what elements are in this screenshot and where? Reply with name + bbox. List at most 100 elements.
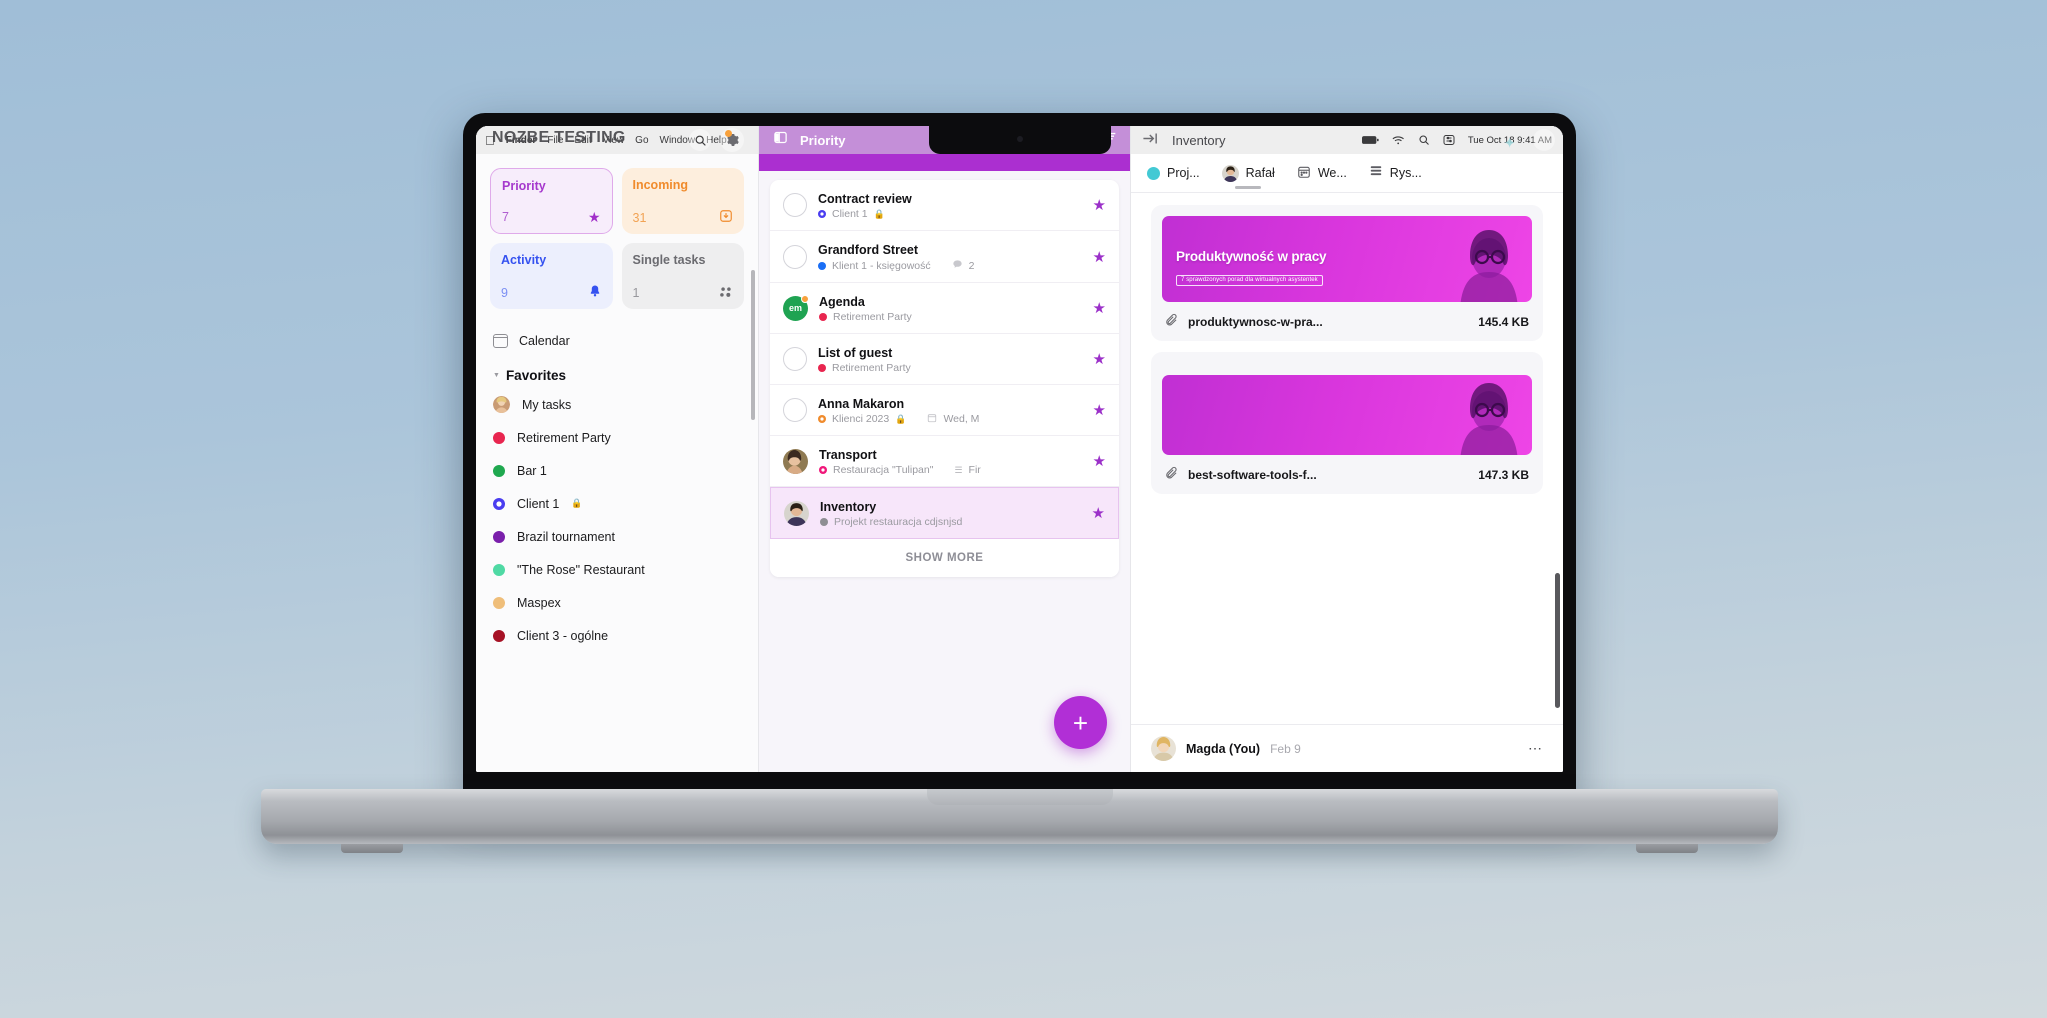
attachment-thumbnail xyxy=(1162,375,1532,455)
thumbnail-person-image xyxy=(1460,383,1518,455)
task-checkbox[interactable] xyxy=(783,193,807,217)
wifi-icon[interactable] xyxy=(1392,135,1405,146)
macos-menubar:  Finder File Edit View Go Window Help N… xyxy=(476,126,758,154)
task-project-name: Retirement Party xyxy=(833,311,912,323)
task-checkbox[interactable] xyxy=(783,244,807,269)
macbook-device:  Finder File Edit View Go Window Help N… xyxy=(261,113,1778,853)
project-color-dot xyxy=(493,530,505,543)
stat-card-single-tasks[interactable]: Single tasks 1 xyxy=(621,243,744,309)
battery-icon[interactable] xyxy=(1361,135,1379,145)
star-icon[interactable]: ★ xyxy=(1093,299,1106,317)
tab-project[interactable]: Proj... xyxy=(1147,154,1200,192)
star-icon[interactable]: ★ xyxy=(1092,504,1105,522)
sidebar-item-bar-1-label: Bar 1 xyxy=(517,463,547,478)
star-watermark-icon: ✦ xyxy=(1503,135,1516,152)
search-icon[interactable] xyxy=(689,129,711,151)
sidebar-item-calendar[interactable]: Calendar xyxy=(490,325,744,356)
sidebar-item-maspex[interactable]: Maspex xyxy=(490,586,744,619)
sidebar-item-client-1[interactable]: Client 1 🔒 xyxy=(490,487,744,520)
star-icon[interactable]: ★ xyxy=(1093,452,1106,470)
sidebar-item-brazil-tournament[interactable]: Brazil tournament xyxy=(490,520,744,553)
inbox-icon xyxy=(719,209,733,225)
stat-card-incoming[interactable]: Incoming 31 xyxy=(621,168,744,234)
table-row[interactable]: Grandford Street Klient 1 - księgowość 2… xyxy=(770,231,1119,283)
detail-body: Produktywność w pracy 7 sprawdzonych por… xyxy=(1131,193,1563,724)
favorites-section-header[interactable]: ▼ Favorites xyxy=(490,368,744,383)
star-icon[interactable]: ★ xyxy=(1093,350,1106,368)
panel-toggle-icon[interactable] xyxy=(773,130,788,150)
menubar-item-go[interactable]: Go xyxy=(635,135,648,146)
avatar-photo xyxy=(783,448,808,474)
stat-card-activity[interactable]: Activity 9 xyxy=(490,243,613,309)
tab-list[interactable]: Rys... xyxy=(1369,154,1422,192)
tab-list-label: Rys... xyxy=(1389,166,1422,180)
star-icon: ★ xyxy=(587,209,601,225)
search-icon[interactable] xyxy=(1418,134,1430,146)
avatar xyxy=(1221,164,1239,182)
detail-scrollbar[interactable] xyxy=(1555,573,1560,708)
attachment-file-row[interactable]: produktywnosc-w-pra... 145.4 KB xyxy=(1162,313,1532,330)
dots-icon xyxy=(719,286,733,300)
table-row[interactable]: Anna Makaron Klienci 2023 🔒 Wed, M ★ xyxy=(770,385,1119,436)
task-checkbox[interactable] xyxy=(783,398,807,422)
star-icon[interactable]: ★ xyxy=(1093,248,1106,266)
task-project-name: Client 1 xyxy=(832,208,868,220)
star-icon[interactable]: ★ xyxy=(1093,196,1106,214)
more-horizontal-icon[interactable]: ⋯ xyxy=(1528,740,1543,757)
table-row[interactable]: List of guest Retirement Party ★ xyxy=(770,334,1119,385)
sidebar-item-client-1-label: Client 1 xyxy=(517,496,560,511)
lock-icon: 🔒 xyxy=(873,208,885,219)
project-color-dot xyxy=(818,210,826,218)
project-color-dot xyxy=(819,313,827,321)
project-color-dot xyxy=(820,518,828,526)
attachment-card[interactable]: best-software-tools-f... 147.3 KB xyxy=(1151,352,1543,494)
attachment-thumbnail: Produktywność w pracy 7 sprawdzonych por… xyxy=(1162,216,1532,302)
task-project-name: Retirement Party xyxy=(832,362,911,374)
base-lip xyxy=(926,789,1113,805)
task-card-container: Contract review Client 1 🔒 ★ Grandford S… xyxy=(770,180,1119,577)
nozbe-app:  Finder File Edit View Go Window Help N… xyxy=(476,126,1563,772)
attachment-card[interactable]: Produktywność w pracy 7 sprawdzonych por… xyxy=(1151,205,1543,341)
control-center-icon[interactable] xyxy=(1443,134,1455,146)
sidebar-item-calendar-label: Calendar xyxy=(519,333,570,348)
project-color-dot xyxy=(493,596,505,609)
task-checkbox[interactable] xyxy=(783,347,807,371)
task-title: Grandford Street xyxy=(818,243,919,257)
comment-date: Feb 9 xyxy=(1270,741,1301,756)
tab-rafal[interactable]: Rafał xyxy=(1221,154,1275,192)
stat-card-priority[interactable]: Priority 7 ★ xyxy=(490,168,613,234)
table-row[interactable]: Contract review Client 1 🔒 ★ xyxy=(770,180,1119,231)
task-title: Contract review xyxy=(818,192,912,206)
sidebar-item-my-tasks-label: My tasks xyxy=(522,397,572,412)
star-icon[interactable]: ★ xyxy=(1093,401,1106,419)
avatar xyxy=(783,448,808,474)
avatar xyxy=(1151,736,1176,761)
tab-calendar[interactable]: We... xyxy=(1297,154,1347,192)
sidebar-item-bar-1[interactable]: Bar 1 xyxy=(490,454,744,487)
sidebar-item-my-tasks[interactable]: My tasks xyxy=(490,388,744,421)
table-row[interactable]: em Agenda Retirement Party ★ xyxy=(770,283,1119,334)
sidebar-item-client-3-ogolne[interactable]: Client 3 - ogólne xyxy=(490,619,744,652)
task-project-name: Klient 1 - księgowość xyxy=(832,259,931,272)
task-extra-label: Fir xyxy=(968,464,981,476)
paperclip-icon xyxy=(1165,313,1179,330)
task-title: Anna Makaron xyxy=(818,397,905,411)
laptop-lid:  Finder File Edit View Go Window Help N… xyxy=(463,113,1576,806)
comment-author: Magda (You) xyxy=(1186,741,1261,756)
table-row-selected[interactable]: Inventory Projekt restauracja cdjsnjsd ★ xyxy=(770,487,1119,539)
collapse-right-icon[interactable] xyxy=(1142,132,1159,148)
add-task-button[interactable]: + xyxy=(1054,696,1107,749)
laptop-base xyxy=(261,789,1778,853)
gear-icon[interactable] xyxy=(720,128,744,152)
sidebar-item-the-rose-restaurant[interactable]: "The Rose" Restaurant xyxy=(490,553,744,586)
sidebar-scrollbar[interactable] xyxy=(751,270,755,420)
header-corner-button[interactable] xyxy=(1533,129,1555,151)
table-row[interactable]: Transport Restauracja "Tulipan" ☰ Fir ★ xyxy=(770,436,1119,487)
sidebar-item-brazil-tournament-label: Brazil tournament xyxy=(517,529,615,544)
header-accent-bar xyxy=(759,154,1130,171)
attachment-file-row[interactable]: best-software-tools-f... 147.3 KB xyxy=(1162,466,1532,483)
task-title: Agenda xyxy=(819,295,865,309)
project-color-dot xyxy=(1147,166,1160,180)
sidebar-item-retirement-party[interactable]: Retirement Party xyxy=(490,421,744,454)
show-more-button[interactable]: SHOW MORE xyxy=(770,539,1119,577)
